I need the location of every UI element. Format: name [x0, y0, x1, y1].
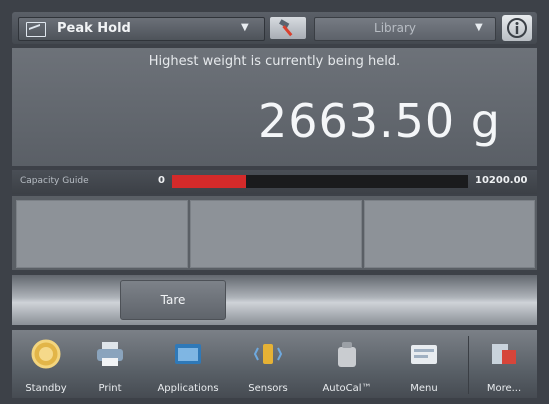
action-strip: Tare	[12, 275, 537, 325]
applications-button[interactable]: Applications	[146, 330, 230, 398]
capacity-guide-label: Capacity Guide	[20, 176, 89, 186]
menu-label: Menu	[410, 383, 438, 394]
chevron-down-icon: ▼	[475, 22, 483, 33]
weight-icon	[338, 342, 356, 367]
library-dropdown[interactable]: Library ▼	[314, 17, 496, 41]
standby-icon	[31, 339, 61, 369]
sensors-icon	[253, 344, 283, 364]
function-divider	[468, 336, 469, 394]
applications-icon	[175, 344, 201, 364]
hammer-icon	[279, 19, 293, 37]
more-label: More...	[486, 383, 522, 394]
print-button[interactable]: Print	[80, 330, 140, 398]
applications-label: Applications	[157, 383, 219, 394]
function-bar: Standby Print Applications Sensors AutoC…	[12, 330, 537, 398]
print-label: Print	[98, 383, 122, 394]
library-label: Library	[374, 21, 416, 35]
tare-button[interactable]: Tare	[120, 280, 226, 320]
chart-icon	[26, 22, 46, 37]
reference-field-3	[364, 200, 535, 268]
capacity-min: 0	[158, 175, 165, 186]
printer-icon	[97, 342, 123, 366]
autocal-label: AutoCal™	[322, 383, 372, 394]
capacity-max: 10200.00	[475, 175, 528, 186]
more-button[interactable]: More...	[474, 330, 534, 398]
application-mode-label: Peak Hold	[57, 21, 131, 36]
capacity-track	[172, 175, 468, 188]
top-bar: Peak Hold ▼ Library ▼	[12, 12, 537, 44]
weight-display: Highest weight is currently being held. …	[12, 48, 537, 166]
standby-button[interactable]: Standby	[16, 330, 76, 398]
standby-label: Standby	[25, 383, 67, 394]
menu-icon	[411, 345, 437, 364]
reference-fields	[12, 196, 537, 270]
info-icon	[507, 18, 527, 38]
reference-field-2	[190, 200, 362, 268]
application-mode-dropdown[interactable]: Peak Hold ▼	[18, 17, 265, 41]
sensors-label: Sensors	[248, 383, 288, 394]
more-icon	[492, 344, 516, 364]
weight-reading: 2663.50 g	[257, 94, 501, 148]
info-button[interactable]	[502, 15, 532, 41]
autocal-button[interactable]: AutoCal™	[312, 330, 382, 398]
sensors-button[interactable]: Sensors	[238, 330, 298, 398]
status-message: Highest weight is currently being held.	[148, 54, 401, 69]
capacity-guide: Capacity Guide 0 10200.00	[12, 170, 537, 194]
tools-button[interactable]	[270, 17, 306, 39]
menu-button[interactable]: Menu	[394, 330, 454, 398]
capacity-fill	[172, 175, 246, 188]
chevron-down-icon: ▼	[241, 22, 249, 33]
reference-field-1	[16, 200, 188, 268]
